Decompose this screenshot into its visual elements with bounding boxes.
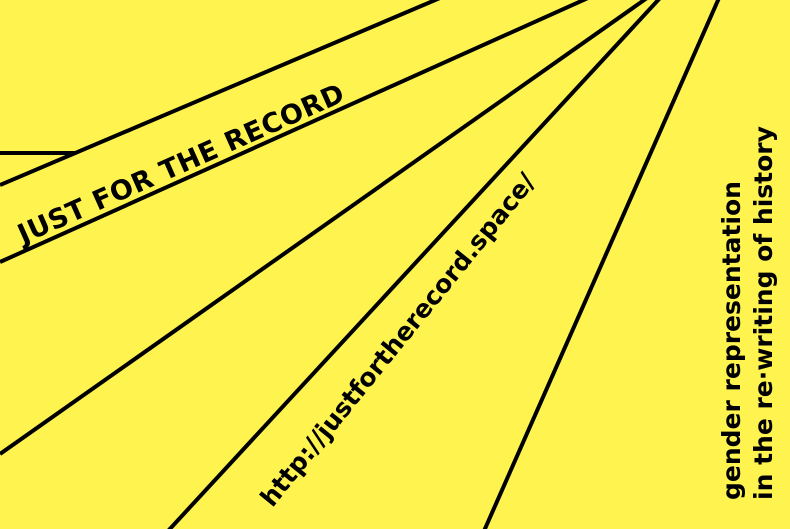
poster: JUST FOR THE RECORD http://justfortherec… [0, 0, 790, 529]
tagline-line-1: gender representation [717, 181, 746, 500]
tagline: gender representation in the re·writing … [716, 126, 780, 500]
ray-lines [0, 0, 790, 529]
tagline-line-2: in the re·writing of history [749, 126, 778, 500]
poster-background [0, 0, 790, 529]
